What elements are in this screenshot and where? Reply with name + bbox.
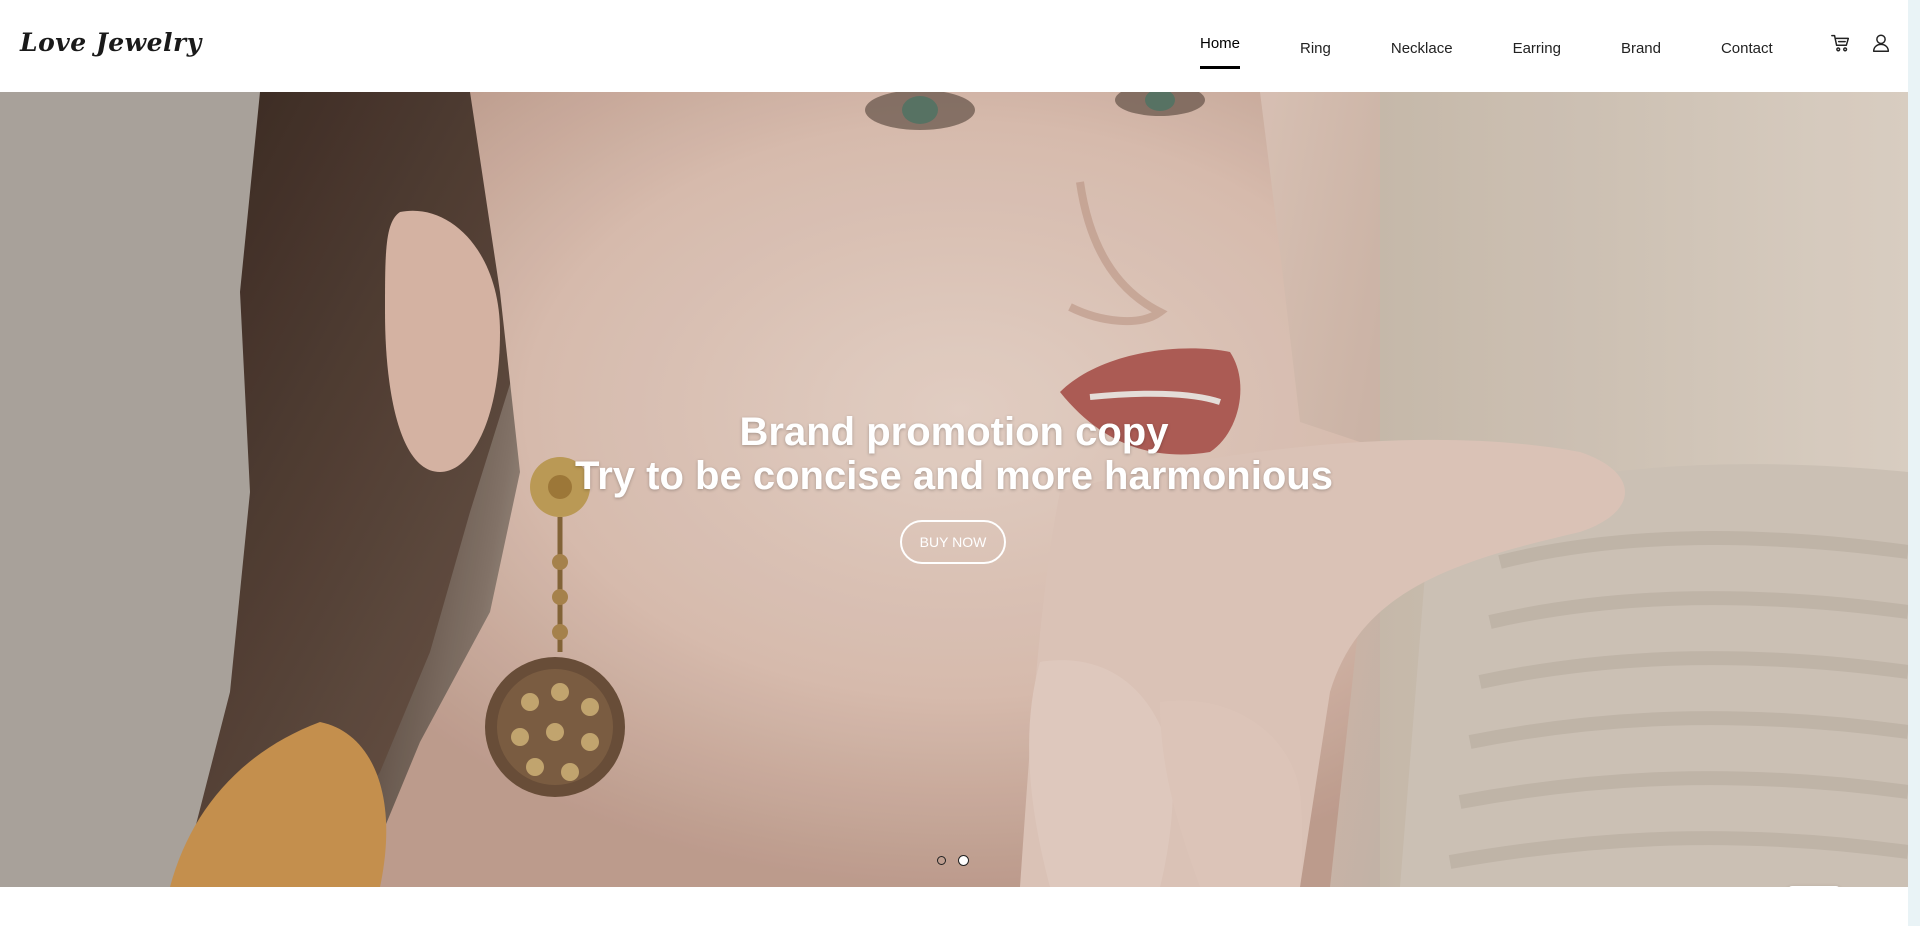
carousel-dot-1[interactable] xyxy=(937,856,946,865)
buy-now-button[interactable]: BUY NOW xyxy=(900,520,1006,564)
main-nav: Home Ring Necklace Earring Brand Contact xyxy=(1200,0,1773,92)
nav-item-necklace[interactable]: Necklace xyxy=(1391,36,1453,57)
nav-active-underline xyxy=(1200,65,1241,69)
nav-item-label: Necklace xyxy=(1390,39,1453,57)
hero-headline-line2: Try to be concise and more harmonious xyxy=(575,454,1333,498)
carousel-dot-2[interactable] xyxy=(958,855,969,866)
page: Love Jewelry Home Ring Necklace Earring … xyxy=(0,0,1920,926)
nav-item-home[interactable]: Home xyxy=(1200,31,1241,69)
nav-item-label: Brand xyxy=(1620,39,1661,57)
nav-item-earring[interactable]: Earring xyxy=(1513,36,1561,57)
nav-item-contact[interactable]: Contact xyxy=(1721,36,1773,57)
header-icons xyxy=(1830,32,1894,56)
hero-headline: Brand promotion copy Try to be concise a… xyxy=(0,410,1908,498)
page-edge-strip xyxy=(1908,0,1920,926)
carousel-dots xyxy=(937,855,981,866)
hero-headline-line1: Brand promotion copy xyxy=(739,410,1169,454)
user-icon[interactable] xyxy=(1870,32,1894,56)
nav-item-ring[interactable]: Ring xyxy=(1300,36,1331,57)
nav-item-label: Contact xyxy=(1720,39,1773,57)
nav-item-brand[interactable]: Brand xyxy=(1621,36,1661,57)
hero-carousel: Brand promotion copy Try to be concise a… xyxy=(0,92,1908,887)
below-hero-area xyxy=(0,887,1908,926)
cart-icon[interactable] xyxy=(1830,32,1854,56)
nav-item-label: Earring xyxy=(1512,39,1561,57)
nav-item-label: Ring xyxy=(1300,39,1331,57)
site-header: Love Jewelry Home Ring Necklace Earring … xyxy=(0,0,1908,92)
nav-item-label: Home xyxy=(1200,34,1241,52)
logo[interactable]: Love Jewelry xyxy=(20,28,202,57)
